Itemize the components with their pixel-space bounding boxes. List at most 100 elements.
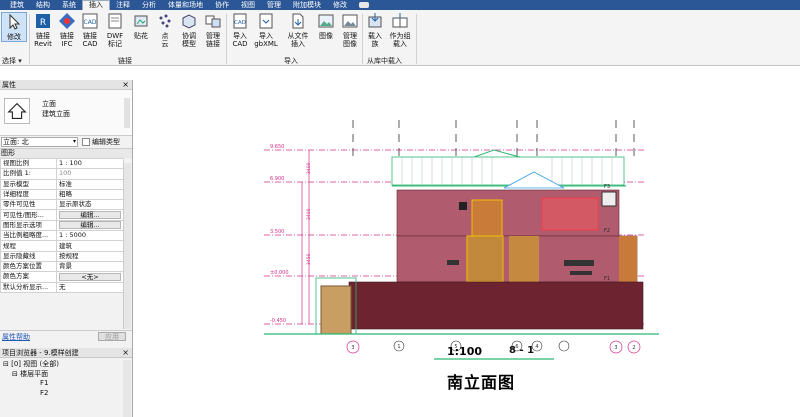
level-name-f1: F1 <box>604 276 610 282</box>
property-key: 颜色方案 <box>0 271 57 283</box>
property-row: 颜色方案 <无> <box>0 271 124 283</box>
ribbon-tab-bar: 建筑 结构 系统 插入 注释 分析 体量和场地 协作 视图 管理 附加模块 修改 <box>0 0 800 10</box>
type-selector[interactable]: 立面 建筑立面 <box>0 90 132 136</box>
property-value[interactable]: 粗略 <box>56 188 124 201</box>
decal-button[interactable]: 贴花 <box>129 12 153 40</box>
properties-help-link[interactable]: 属性帮助 <box>2 333 30 341</box>
properties-scrollbar[interactable] <box>123 163 131 329</box>
level-text-2: 6.900 <box>270 176 284 182</box>
link-ifc-button[interactable]: 链接 IFC <box>55 12 79 48</box>
coordination-model-button[interactable]: 协调 模型 <box>177 12 201 48</box>
property-value[interactable]: 1 : 5000 <box>56 230 124 242</box>
decal-icon <box>134 15 148 27</box>
tree-item-views[interactable]: ⊟ [0] 视图 (全部) <box>0 360 124 370</box>
property-value[interactable]: <无> <box>56 271 124 283</box>
drawing-canvas[interactable]: 9.650 6.900 3.500 ±0.000 -0.450 3400 340… <box>134 80 800 417</box>
left-dock: 属性 × 立面 建筑立面 立面: 北 ▾ 编辑类型 图形 视图比例 1 : 100 比… <box>0 80 133 417</box>
property-key: 详细程度 <box>0 188 57 201</box>
tab-insert[interactable]: 插入 <box>82 0 110 10</box>
property-row: 详细程度 粗略 <box>0 188 124 201</box>
tab-structure[interactable]: 结构 <box>30 1 56 10</box>
property-value[interactable]: 100 <box>56 168 124 180</box>
project-browser-header: 项目浏览器 - 9.模样创建 × <box>0 348 132 358</box>
property-edit-button[interactable]: <无> <box>59 272 121 281</box>
tab-view[interactable]: 视图 <box>235 1 261 10</box>
property-value[interactable]: 无 <box>56 281 124 293</box>
type-scrollbar[interactable] <box>124 98 130 128</box>
property-edit-button[interactable]: 编辑... <box>59 221 121 230</box>
property-row: 显示隐藏线 按规程 <box>0 250 124 262</box>
close-icon[interactable]: × <box>122 348 129 358</box>
select-group-label[interactable]: 选择 ▾ <box>2 56 22 66</box>
point-cloud-icon <box>159 14 171 28</box>
tree-item-floor-plans[interactable]: ⊟ 楼层平面 <box>0 370 124 380</box>
tab-systems[interactable]: 系统 <box>56 1 82 10</box>
close-icon[interactable]: × <box>122 80 129 90</box>
edit-type-button[interactable]: 编辑类型 <box>82 137 120 147</box>
property-value[interactable]: 编辑... <box>56 209 124 221</box>
manage-images-button[interactable]: 管理 图像 <box>338 12 362 48</box>
tree-item-f1[interactable]: F1 <box>0 379 124 389</box>
property-value[interactable]: 背景 <box>56 260 124 273</box>
property-value[interactable]: 显示原状态 <box>56 199 124 211</box>
properties-header: 属性 × <box>0 80 132 90</box>
import-cad-button[interactable]: CAD 导入 CAD <box>228 12 252 48</box>
dim-text-3: 3450 <box>306 253 312 265</box>
property-value[interactable]: 按规程 <box>56 250 124 262</box>
tab-massing-site[interactable]: 体量和场地 <box>162 1 209 10</box>
dwf-markup-button[interactable]: DWF 标记 <box>103 12 127 48</box>
link-group-label: 链接 <box>118 57 132 65</box>
import-gbxml-button[interactable]: 导入 gbXML <box>252 12 280 48</box>
dwf-markup-icon <box>108 13 122 29</box>
level-text-4: ±0.000 <box>270 270 289 276</box>
point-cloud-button[interactable]: 点 云 <box>153 12 177 48</box>
apply-button[interactable]: 应用 <box>98 332 126 341</box>
property-key: 视图比例 <box>0 157 57 170</box>
ribbon-panel: 修改 选择 ▾ R 链接 Revit 链接 IFC CAD 链接 CAD DWF… <box>0 10 800 66</box>
property-value[interactable]: 标准 <box>56 178 124 190</box>
browser-scrollbar[interactable] <box>123 360 131 417</box>
property-edit-button[interactable]: 编辑... <box>59 211 121 220</box>
tab-architecture[interactable]: 建筑 <box>4 1 30 10</box>
tab-modify[interactable]: 修改 <box>327 1 353 10</box>
ifc-link-icon <box>59 13 75 29</box>
level-name-f2: F2 <box>604 228 610 234</box>
cursor-arrow-icon <box>9 13 21 30</box>
property-value[interactable]: 建筑 <box>56 240 124 252</box>
property-row: 零件可见性 显示原状态 <box>0 199 124 211</box>
graphics-section-header[interactable]: 图形 <box>0 149 132 158</box>
property-row: 规程 建筑 <box>0 240 124 252</box>
revit-link-icon: R <box>36 14 50 28</box>
grid-mark-7: 2 <box>632 345 635 351</box>
property-key: 当比例粗略度... <box>0 230 57 242</box>
level-text-3: 3.500 <box>270 229 284 235</box>
property-key: 零件可见性 <box>0 199 57 211</box>
property-value[interactable]: 编辑... <box>56 219 124 232</box>
tab-manage[interactable]: 管理 <box>261 1 287 10</box>
load-family-button[interactable]: 载入 族 <box>363 12 387 48</box>
tree-item-f2[interactable]: F2 <box>0 389 124 399</box>
tab-annotate[interactable]: 注释 <box>110 1 136 10</box>
project-browser-tree: ⊟ [0] 视图 (全部) ⊟ 楼层平面 F1 F2 <box>0 360 124 398</box>
modify-label: 修改 <box>7 33 21 41</box>
link-revit-button[interactable]: R 链接 Revit <box>31 12 55 48</box>
tab-collaborate[interactable]: 协作 <box>209 1 235 10</box>
view-selector-dropdown[interactable]: 立面: 北 ▾ <box>1 137 78 147</box>
modify-button[interactable]: 修改 <box>1 12 27 42</box>
insert-from-file-button[interactable]: 从文件 插入 <box>284 12 312 48</box>
grid-mark-1: 3 <box>351 345 354 351</box>
manage-links-button[interactable]: 管理 链接 <box>201 12 225 48</box>
load-as-group-button[interactable]: 作为组 载入 <box>386 12 414 48</box>
cad-link-icon: CAD <box>82 13 98 29</box>
link-cad-button[interactable]: CAD 链接 CAD <box>78 12 102 48</box>
tab-analyze[interactable]: 分析 <box>136 1 162 10</box>
ribbon-options-dropdown[interactable] <box>353 1 375 10</box>
image-button[interactable]: 图像 <box>314 12 338 40</box>
dim-text-1: 3400 <box>306 162 312 174</box>
property-row: 默认分析显示... 无 <box>0 281 124 293</box>
property-value[interactable]: 1 : 100 <box>56 157 124 170</box>
image-icon <box>318 14 334 28</box>
tab-addins[interactable]: 附加模块 <box>287 1 327 10</box>
level-text-5: -0.450 <box>270 318 286 324</box>
manage-images-icon <box>342 14 358 28</box>
